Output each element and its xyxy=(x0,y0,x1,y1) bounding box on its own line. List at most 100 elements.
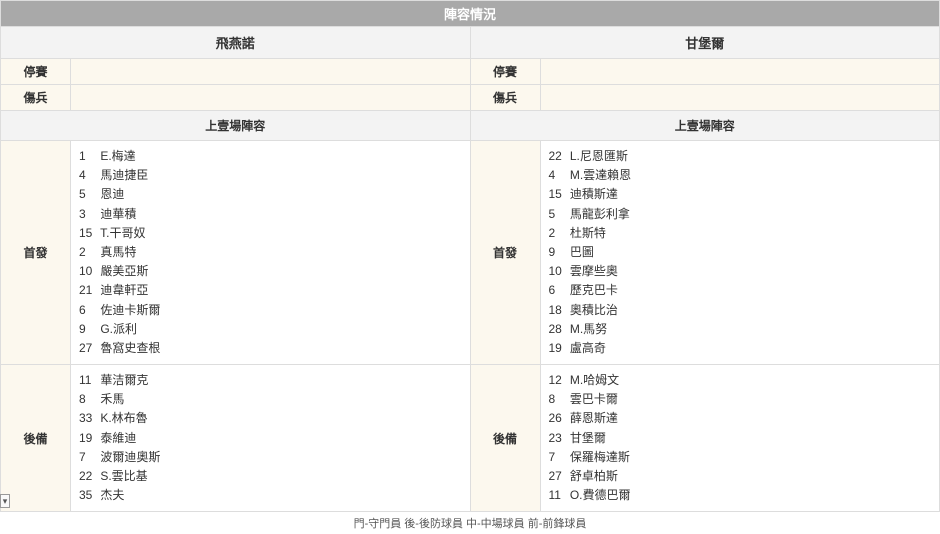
player-line: 15 T.干哥奴 xyxy=(79,224,462,243)
player-line: 9 巴圖 xyxy=(549,243,932,262)
player-line: 26 薛恩斯達 xyxy=(549,409,932,428)
player-name: 迪韋軒亞 xyxy=(97,283,148,297)
player-number: 4 xyxy=(549,166,567,185)
player-name: 巴圖 xyxy=(567,245,594,259)
player-name: M.馬努 xyxy=(567,322,608,336)
player-number: 23 xyxy=(549,429,567,448)
player-line: 4 M.雲達賴恩 xyxy=(549,166,932,185)
page-title: 陣容情況 xyxy=(1,1,940,27)
injured-left-value xyxy=(71,85,471,111)
starting-row: 首發 1 E.梅達4 馬迪捷臣5 恩迪3 迪華積15 T.干哥奴2 真馬特10 … xyxy=(1,141,940,365)
player-number: 2 xyxy=(79,243,97,262)
player-line: 23 甘堡爾 xyxy=(549,429,932,448)
player-line: 6 佐迪卡斯爾 xyxy=(79,301,462,320)
player-number: 3 xyxy=(79,205,97,224)
label-subs-left: 後備 xyxy=(1,365,71,512)
last-lineup-left: 上壹場陣容 xyxy=(1,111,471,141)
player-name: 恩迪 xyxy=(97,187,124,201)
player-name: 真馬特 xyxy=(97,245,136,259)
player-line: 22 L.尼恩匯斯 xyxy=(549,147,932,166)
player-line: 3 迪華積 xyxy=(79,205,462,224)
player-name: 迪積斯達 xyxy=(567,187,618,201)
player-line: 19 泰維迪 xyxy=(79,429,462,448)
last-lineup-header: 上壹場陣容 上壹場陣容 xyxy=(1,111,940,141)
player-number: 27 xyxy=(79,339,97,358)
subs-row: 後備 11 華洁爾克8 禾馬33 K.林布魯19 泰維迪7 波爾迪奧斯22 S.… xyxy=(1,365,940,512)
player-name: K.林布魯 xyxy=(97,411,148,425)
label-subs-right: 後備 xyxy=(470,365,540,512)
player-line: 27 舒卓柏斯 xyxy=(549,467,932,486)
label-suspended-right: 停賽 xyxy=(470,59,540,85)
player-name: 禾馬 xyxy=(97,392,124,406)
suspended-right-value xyxy=(540,59,940,85)
player-number: 6 xyxy=(549,281,567,300)
legend-footer: 門-守門員 後-後防球員 中-中場球員 前-前鋒球員 xyxy=(0,512,940,534)
player-number: 10 xyxy=(79,262,97,281)
player-number: 11 xyxy=(549,486,567,505)
player-line: 22 S.雲比基 xyxy=(79,467,462,486)
player-line: 19 盧高奇 xyxy=(549,339,932,358)
player-name: 佐迪卡斯爾 xyxy=(97,303,160,317)
player-line: 8 禾馬 xyxy=(79,390,462,409)
subs-left-players: 11 華洁爾克8 禾馬33 K.林布魯19 泰維迪7 波爾迪奧斯22 S.雲比基… xyxy=(71,365,471,512)
team-left: 飛燕諾 xyxy=(1,27,471,59)
player-line: 18 奧積比治 xyxy=(549,301,932,320)
last-lineup-right: 上壹場陣容 xyxy=(470,111,940,141)
player-name: 甘堡爾 xyxy=(567,431,606,445)
team-right: 甘堡爾 xyxy=(470,27,940,59)
label-injured-right: 傷兵 xyxy=(470,85,540,111)
player-number: 6 xyxy=(79,301,97,320)
player-name: 保羅梅達斯 xyxy=(567,450,630,464)
player-name: 杜斯特 xyxy=(567,226,606,240)
player-number: 28 xyxy=(549,320,567,339)
suspended-row: 停賽 停賽 xyxy=(1,59,940,85)
suspended-left-value xyxy=(71,59,471,85)
player-name: 薛恩斯達 xyxy=(567,411,618,425)
player-number: 22 xyxy=(79,467,97,486)
player-line: 9 G.派利 xyxy=(79,320,462,339)
player-number: 15 xyxy=(79,224,97,243)
player-name: 馬迪捷臣 xyxy=(97,168,148,182)
player-number: 19 xyxy=(79,429,97,448)
injured-right-value xyxy=(540,85,940,111)
player-name: M.哈姆文 xyxy=(567,373,620,387)
player-line: 2 真馬特 xyxy=(79,243,462,262)
player-line: 27 魯窩史查根 xyxy=(79,339,462,358)
player-number: 27 xyxy=(549,467,567,486)
player-name: G.派利 xyxy=(97,322,137,336)
player-number: 21 xyxy=(79,281,97,300)
player-number: 9 xyxy=(549,243,567,262)
lineup-table: 陣容情況 飛燕諾 甘堡爾 停賽 停賽 傷兵 傷兵 上壹場陣容 上壹場陣容 首發 … xyxy=(0,0,940,512)
dropdown-corner-icon[interactable]: ▾ xyxy=(0,494,10,508)
player-line: 5 馬龍彭利拿 xyxy=(549,205,932,224)
player-name: 迪華積 xyxy=(97,207,136,221)
player-name: 波爾迪奧斯 xyxy=(97,450,160,464)
player-name: L.尼恩匯斯 xyxy=(567,149,628,163)
player-line: 35 杰夫 xyxy=(79,486,462,505)
label-suspended-left: 停賽 xyxy=(1,59,71,85)
player-number: 8 xyxy=(79,390,97,409)
player-name: 奧積比治 xyxy=(567,303,618,317)
player-name: 歷克巴卡 xyxy=(567,283,618,297)
player-name: 魯窩史查根 xyxy=(97,341,160,355)
player-line: 33 K.林布魯 xyxy=(79,409,462,428)
starting-right-players: 22 L.尼恩匯斯4 M.雲達賴恩15 迪積斯達 5 馬龍彭利拿2 杜斯特9 巴圖… xyxy=(540,141,940,365)
label-injured-left: 傷兵 xyxy=(1,85,71,111)
player-name: 舒卓柏斯 xyxy=(567,469,618,483)
injured-row: 傷兵 傷兵 xyxy=(1,85,940,111)
player-number: 15 xyxy=(549,185,567,204)
player-number: 12 xyxy=(549,371,567,390)
player-number: 9 xyxy=(79,320,97,339)
player-number: 33 xyxy=(79,409,97,428)
player-number: 5 xyxy=(79,185,97,204)
player-number: 19 xyxy=(549,339,567,358)
player-line: 11 華洁爾克 xyxy=(79,371,462,390)
starting-left-players: 1 E.梅達4 馬迪捷臣5 恩迪3 迪華積15 T.干哥奴2 真馬特10 嚴美亞… xyxy=(71,141,471,365)
player-name: 盧高奇 xyxy=(567,341,606,355)
player-name: 雲摩些奧 xyxy=(567,264,618,278)
player-number: 35 xyxy=(79,486,97,505)
player-name: O.費德巴爾 xyxy=(567,488,631,502)
player-line: 2 杜斯特 xyxy=(549,224,932,243)
subs-right-players: 12 M.哈姆文8 雲巴卡爾26 薛恩斯達23 甘堡爾7 保羅梅達斯27 舒卓柏… xyxy=(540,365,940,512)
player-line: 7 保羅梅達斯 xyxy=(549,448,932,467)
